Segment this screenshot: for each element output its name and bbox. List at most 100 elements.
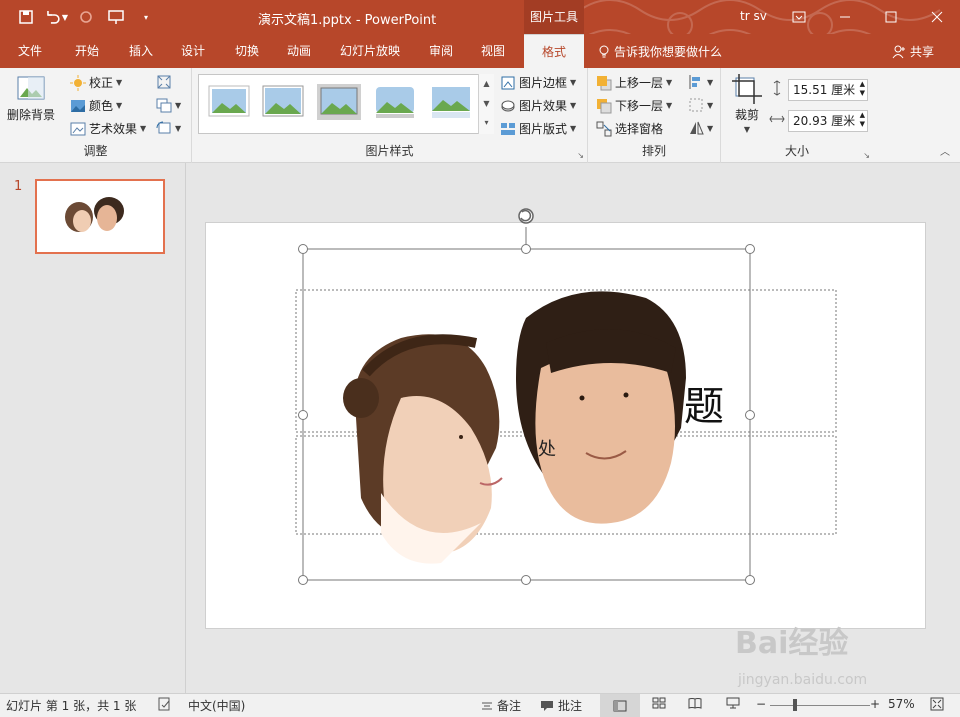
crop-button[interactable]: 裁剪 ▼ <box>731 74 763 134</box>
send-backward-icon <box>597 98 612 113</box>
picture-border-button[interactable]: 图片边框 ▼ <box>500 74 576 91</box>
tab-insert[interactable]: 插入 <box>116 34 166 68</box>
dialog-launcher-icon[interactable]: ↘ <box>863 151 870 160</box>
dialog-launcher-icon[interactable]: ↘ <box>577 151 584 160</box>
tab-animations[interactable]: 动画 <box>274 34 324 68</box>
tab-slideshow[interactable]: 幻灯片放映 <box>332 34 408 68</box>
tab-review[interactable]: 审阅 <box>416 34 466 68</box>
bring-forward-button[interactable]: 上移一层 ▼ <box>596 74 672 91</box>
spell-check-icon[interactable] <box>158 697 172 711</box>
slide-sorter-button[interactable] <box>652 697 666 709</box>
zoom-slider-thumb[interactable] <box>793 699 797 711</box>
send-backward-label: 下移一层 <box>615 99 664 113</box>
height-input[interactable]: 15.51 厘米 ▲ ▼ <box>788 79 868 101</box>
undo-button[interactable]: ▼ <box>44 6 68 28</box>
spinner-icon[interactable]: ▲ ▼ <box>860 80 865 98</box>
align-button[interactable]: ▼ <box>688 74 713 90</box>
zoom-level[interactable]: 57% <box>888 697 915 711</box>
close-icon <box>931 11 943 23</box>
collapse-ribbon-icon[interactable]: ︿ <box>940 143 950 158</box>
chevron-up-icon[interactable]: ▲ <box>479 74 494 94</box>
compress-icon <box>157 75 171 89</box>
window-controls <box>776 0 960 34</box>
spinner-icon[interactable]: ▲ ▼ <box>860 111 865 129</box>
share-button[interactable]: 共享 <box>892 43 934 60</box>
tell-me-box[interactable]: 告诉我你想要做什么 <box>598 43 722 60</box>
compress-pictures-button[interactable] <box>156 74 172 90</box>
tab-file[interactable]: 文件 <box>6 34 54 68</box>
style-thumb[interactable] <box>207 84 251 120</box>
crop-label: 裁剪 <box>734 108 759 122</box>
width-input[interactable]: 20.93 厘米 ▲ ▼ <box>788 110 868 132</box>
notes-button[interactable]: 备注 <box>481 697 521 714</box>
picture-effects-button[interactable]: 图片效果 ▼ <box>500 97 576 114</box>
tab-transitions[interactable]: 切换 <box>222 34 272 68</box>
normal-view-button[interactable] <box>600 694 640 717</box>
present-button[interactable] <box>104 6 128 28</box>
size-group-label: 大小 <box>784 144 809 158</box>
slide-canvas[interactable]: 题 处 <box>205 222 926 629</box>
gallery-scroll[interactable]: ▲ ▼ ▾ <box>478 74 494 134</box>
redo-button[interactable] <box>74 6 98 28</box>
picture-layout-button[interactable]: 图片版式 ▼ <box>500 120 576 137</box>
tell-me-text: 告诉我你想要做什么 <box>614 45 723 59</box>
selection-pane-button[interactable]: 选择窗格 <box>596 120 663 137</box>
maximize-button[interactable] <box>868 0 914 34</box>
man-image <box>516 291 686 524</box>
normal-view-icon <box>613 700 627 711</box>
group-objects-button[interactable]: ▼ <box>688 97 713 113</box>
corrections-button[interactable]: 校正 ▼ <box>70 74 122 91</box>
style-thumb[interactable] <box>261 84 305 120</box>
zoom-slider[interactable] <box>770 705 870 706</box>
lightbulb-icon <box>599 45 609 57</box>
artistic-effects-button[interactable]: 艺术效果 ▼ <box>70 120 146 137</box>
close-button[interactable] <box>914 0 960 34</box>
zoom-in-button[interactable]: + <box>870 697 880 711</box>
save-button[interactable] <box>14 6 38 28</box>
color-label: 颜色 <box>89 99 114 113</box>
style-thumb[interactable] <box>373 84 417 120</box>
group-icon <box>689 98 703 112</box>
remove-background-button[interactable]: 删除背景 <box>6 74 56 123</box>
presentation-icon <box>108 10 124 24</box>
tab-home[interactable]: 开始 <box>62 34 112 68</box>
minimize-icon <box>840 16 850 18</box>
language-indicator[interactable]: 中文(中国) <box>188 697 245 714</box>
comments-button[interactable]: 批注 <box>540 697 582 714</box>
rotate-button[interactable]: ▼ <box>688 120 713 136</box>
change-picture-button[interactable]: ▼ <box>156 97 181 113</box>
redo-icon <box>80 11 92 23</box>
color-button[interactable]: 颜色 ▼ <box>70 97 122 114</box>
change-picture-icon <box>156 98 172 113</box>
tab-design[interactable]: 设计 <box>168 34 218 68</box>
fit-window-icon <box>930 697 944 711</box>
minimize-button[interactable] <box>822 0 868 34</box>
chevron-down-icon[interactable]: ▼ <box>479 94 494 114</box>
reset-picture-button[interactable]: ▼ <box>156 120 181 136</box>
user-name[interactable]: tr sv <box>740 9 767 23</box>
ribbon: 删除背景 校正 ▼ 颜色 ▼ 艺术效果 ▼ ▼ ▼ 调整 ▲ ▼ ▾ 图片边框 … <box>0 68 960 163</box>
width-icon <box>769 115 785 123</box>
slide-thumbnail[interactable] <box>35 179 165 254</box>
zoom-out-button[interactable]: − <box>756 697 766 711</box>
tab-format[interactable]: 格式 <box>524 34 584 68</box>
window-title: 演示文稿1.pptx - PowerPoint <box>258 13 437 28</box>
notes-label: 备注 <box>497 699 522 713</box>
selection-pane-icon <box>596 121 612 136</box>
size-group: 裁剪 ▼ 15.51 厘米 ▲ ▼ 20.93 厘米 ▲ ▼ 大小 ↘ <box>721 68 873 163</box>
reading-view-button[interactable] <box>688 697 702 709</box>
ribbon-display-options-button[interactable] <box>776 0 822 34</box>
style-thumb-selected[interactable] <box>317 84 361 120</box>
more-icon[interactable]: ▾ <box>479 114 494 132</box>
slideshow-button[interactable] <box>726 697 740 709</box>
style-thumb[interactable] <box>429 84 473 120</box>
artistic-effects-label: 艺术效果 <box>89 122 138 136</box>
slide-counter: 幻灯片 第 1 张，共 1 张 <box>6 699 137 713</box>
corrections-label: 校正 <box>89 76 114 90</box>
send-backward-button[interactable]: 下移一层 ▼ <box>596 97 672 114</box>
tab-view[interactable]: 视图 <box>468 34 518 68</box>
title-bar: ▼ ▾ 演示文稿1.pptx - PowerPoint 图片工具 tr sv <box>0 0 960 51</box>
customize-qat-button[interactable]: ▾ <box>134 6 158 28</box>
fit-to-window-button[interactable] <box>930 697 944 711</box>
picture-styles-group: ▲ ▼ ▾ 图片边框 ▼ 图片效果 ▼ 图片版式 ▼ 图片样式 ↘ <box>192 68 588 163</box>
